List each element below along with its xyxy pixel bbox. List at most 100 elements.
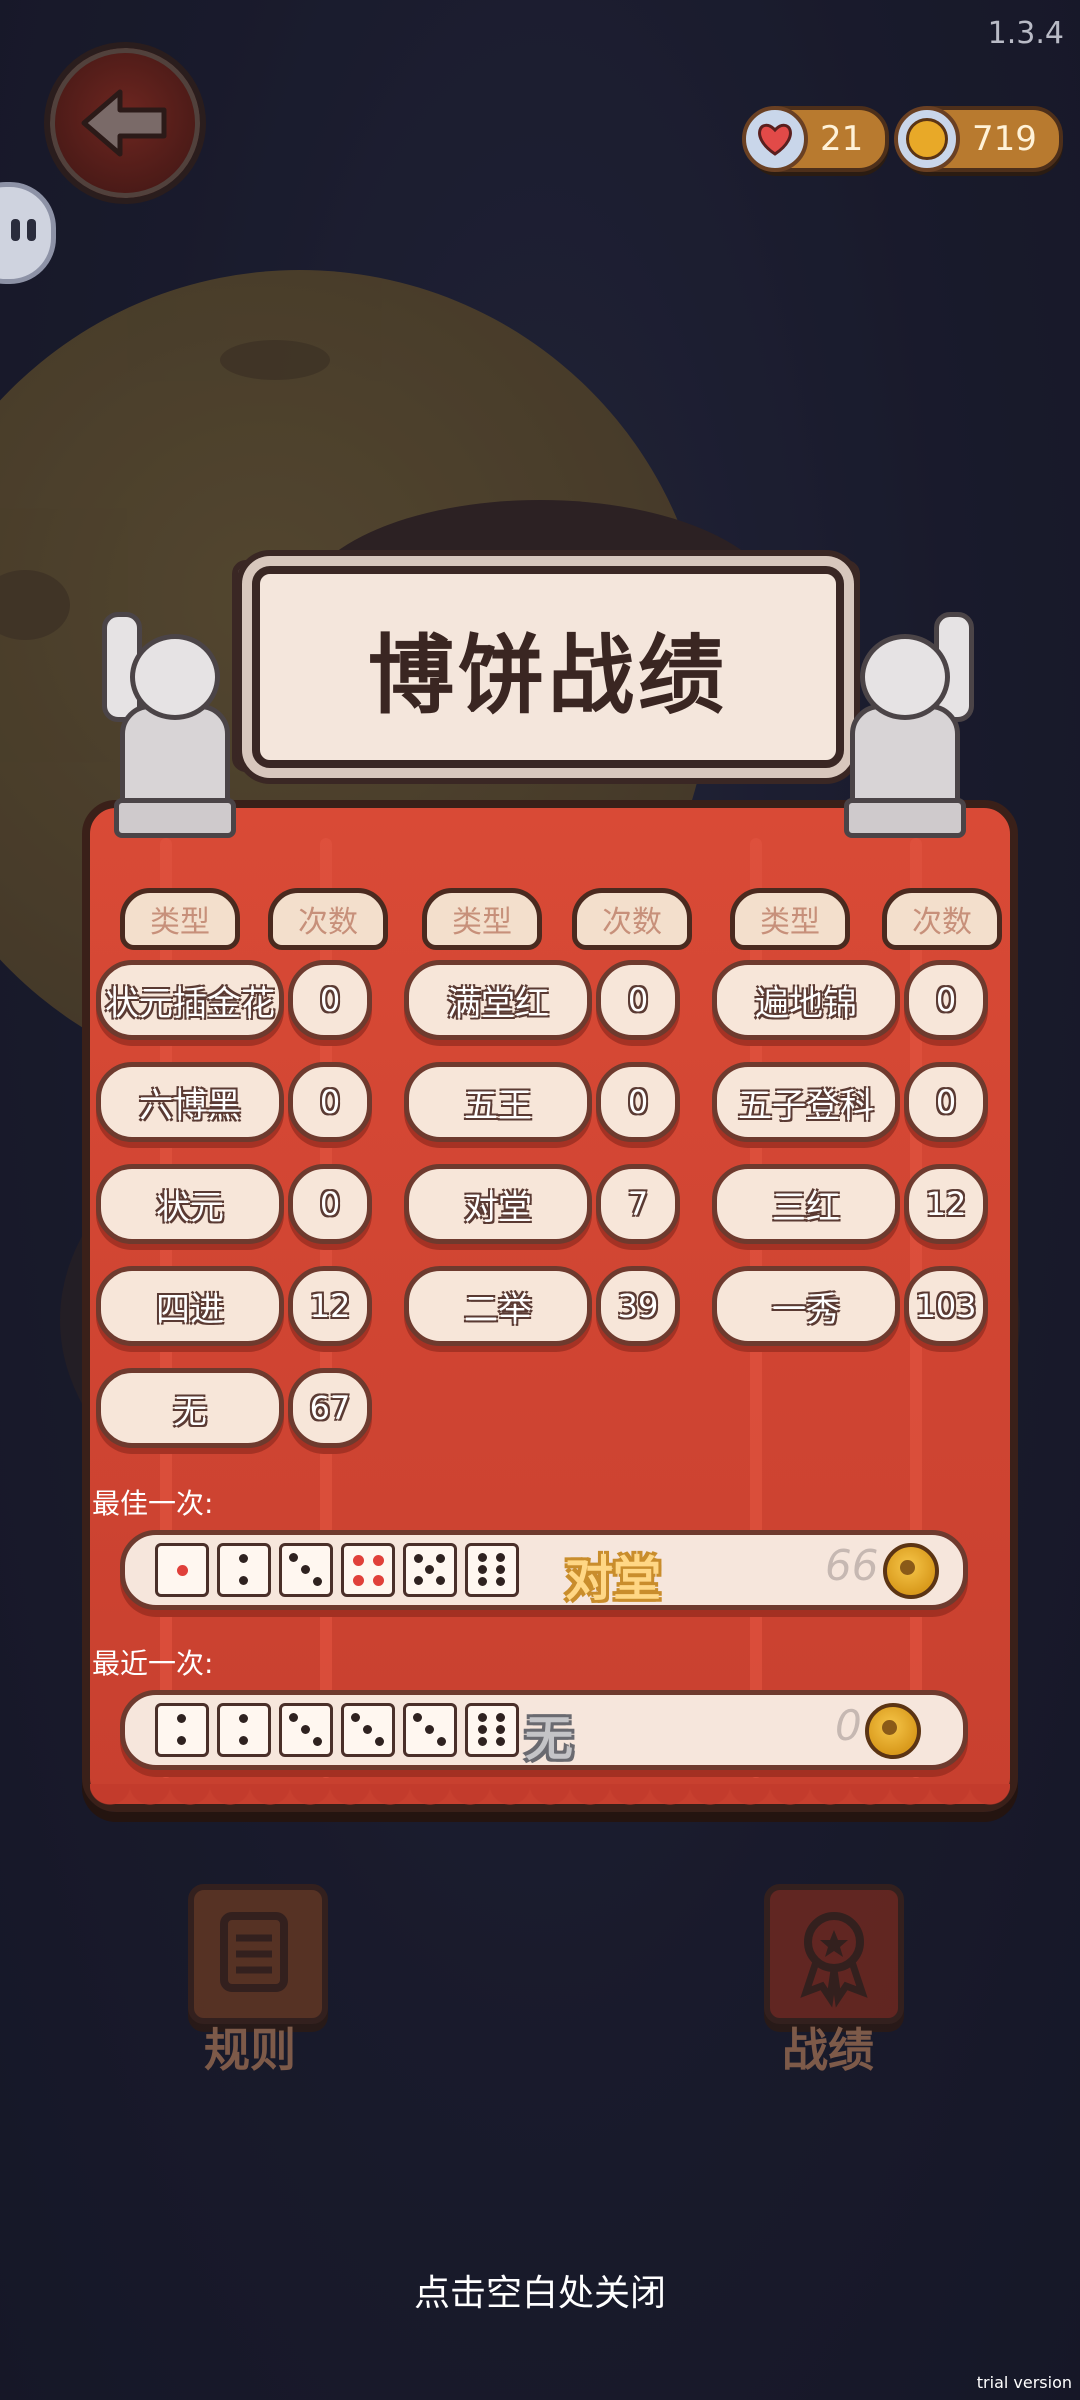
die-pip xyxy=(239,1735,248,1745)
record-type-cell: 满堂红 xyxy=(404,960,592,1040)
die-pip xyxy=(312,1576,322,1586)
header-count: 次数 xyxy=(268,888,388,950)
rules-label[interactable]: 规则 xyxy=(204,2014,296,2080)
record-type-cell: 对堂 xyxy=(404,1164,592,1244)
die-face-2 xyxy=(155,1703,209,1757)
record-type-cell: 三红 xyxy=(712,1164,900,1244)
die-pip xyxy=(312,1736,322,1746)
header-count: 次数 xyxy=(882,888,1002,950)
die-pip xyxy=(301,1565,310,1574)
record-count-cell: 0 xyxy=(288,1164,372,1244)
record-count-cell: 39 xyxy=(596,1266,680,1346)
record-type-cell: 四进 xyxy=(96,1266,284,1346)
record-count-cell: 0 xyxy=(288,1062,372,1142)
record-type-cell: 二举 xyxy=(404,1266,592,1346)
die-pip xyxy=(495,1725,505,1734)
record-label[interactable]: 战绩 xyxy=(782,2014,874,2080)
die-pip xyxy=(436,1736,446,1746)
die-pip xyxy=(495,1577,505,1587)
coin-icon xyxy=(894,106,960,172)
best-dice-row xyxy=(155,1543,519,1597)
die-pip xyxy=(478,1712,488,1722)
header-type: 类型 xyxy=(120,888,240,950)
recent-roll-label: 最近一次: xyxy=(92,1647,214,1680)
die-pip xyxy=(495,1737,505,1747)
coins-value: 719 xyxy=(972,119,1037,159)
die-face-3 xyxy=(279,1703,333,1757)
hearts-counter[interactable]: 21 xyxy=(742,106,890,172)
record-count-cell: 0 xyxy=(904,1062,988,1142)
guardian-statue-right xyxy=(836,612,974,838)
record-type-cell: 六博黑 xyxy=(96,1062,284,1142)
scroll-icon xyxy=(220,1912,288,1992)
die-pip xyxy=(239,1554,248,1564)
die-pip xyxy=(425,1725,434,1734)
record-count-cell: 0 xyxy=(288,960,372,1040)
die-pip xyxy=(414,1575,424,1585)
die-pip xyxy=(289,1553,299,1563)
best-roll-bar: 对堂 66 xyxy=(120,1530,968,1610)
record-count-cell: 7 xyxy=(596,1164,680,1244)
best-roll-result: 对堂 xyxy=(565,1551,662,1607)
rules-button[interactable] xyxy=(188,1884,328,2024)
die-pip xyxy=(372,1555,384,1567)
record-count-cell: 0 xyxy=(904,960,988,1040)
die-pip xyxy=(363,1725,372,1734)
record-type-cell: 五子登科 xyxy=(712,1062,900,1142)
die-pip xyxy=(414,1554,424,1564)
watermark: trial version xyxy=(976,2373,1072,2392)
die-pip xyxy=(478,1737,488,1747)
recent-roll-coins: 0 xyxy=(835,1701,862,1750)
die-face-3 xyxy=(279,1543,333,1597)
coin-icon xyxy=(883,1543,939,1599)
close-hint: 点击空白处关闭 xyxy=(413,2273,666,2314)
record-count-cell: 12 xyxy=(288,1266,372,1346)
die-pip xyxy=(353,1555,365,1567)
die-pip xyxy=(495,1565,505,1574)
game-screen[interactable]: 1.3.4 21 719 博饼战绩 类型 次数 类型 次数 类型 次数 状元插金… xyxy=(0,0,1080,2400)
coins-counter[interactable]: 719 xyxy=(894,106,1063,172)
record-count-cell: 12 xyxy=(904,1164,988,1244)
best-roll-coins: 66 xyxy=(825,1541,879,1590)
die-face-1 xyxy=(155,1543,209,1597)
medal-icon xyxy=(800,1912,868,2008)
heart-icon xyxy=(742,106,808,172)
die-face-5 xyxy=(403,1543,457,1597)
coin-icon xyxy=(865,1703,921,1759)
die-pip xyxy=(413,1713,423,1723)
tab-eye-icon xyxy=(27,219,36,241)
die-pip xyxy=(478,1565,488,1574)
recent-roll-result: 无 xyxy=(525,1711,574,1767)
die-pip xyxy=(353,1574,365,1586)
guardian-statue-left xyxy=(102,612,236,838)
die-pip xyxy=(351,1713,361,1723)
panel-title: 博饼战绩 xyxy=(368,625,728,726)
die-pip xyxy=(478,1552,488,1562)
recent-dice-row xyxy=(155,1703,519,1757)
record-type-cell: 状元插金花 xyxy=(96,960,284,1040)
die-pip xyxy=(289,1713,299,1723)
record-count-cell: 103 xyxy=(904,1266,988,1346)
die-pip xyxy=(435,1575,445,1585)
die-pip xyxy=(239,1714,248,1724)
panel-title-board: 博饼战绩 xyxy=(252,566,844,768)
die-pip xyxy=(177,1714,186,1724)
header-type: 类型 xyxy=(422,888,542,950)
back-button[interactable] xyxy=(44,42,206,204)
die-pip xyxy=(177,1565,188,1576)
record-type-cell: 遍地锦 xyxy=(712,960,900,1040)
die-face-6 xyxy=(465,1543,519,1597)
record-type-cell: 一秀 xyxy=(712,1266,900,1346)
best-roll-label: 最佳一次: xyxy=(92,1487,214,1520)
recent-roll-bar: 无 0 xyxy=(120,1690,968,1770)
die-face-3 xyxy=(403,1703,457,1757)
record-button[interactable] xyxy=(764,1884,904,2024)
die-pip xyxy=(495,1552,505,1562)
arrow-left-icon xyxy=(81,89,167,157)
record-count-cell: 0 xyxy=(596,1062,680,1142)
record-count-cell: 0 xyxy=(596,960,680,1040)
die-face-4 xyxy=(341,1543,395,1597)
tab-eye-icon xyxy=(11,219,20,241)
die-pip xyxy=(239,1575,248,1585)
die-pip xyxy=(301,1725,310,1734)
